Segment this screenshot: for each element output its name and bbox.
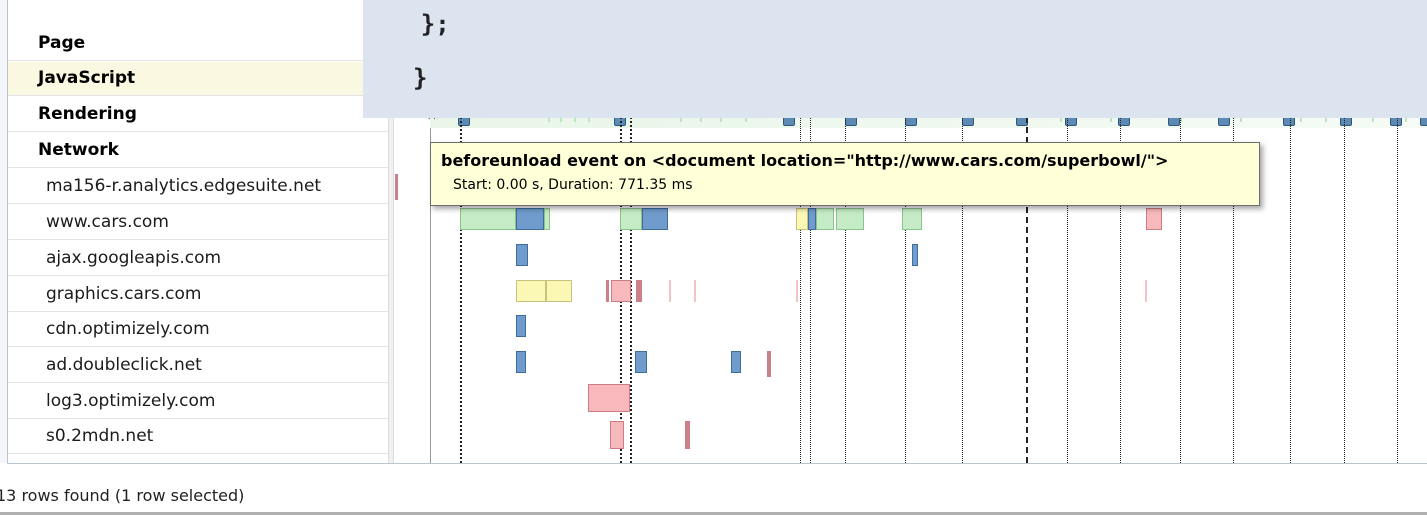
request-bar[interactable] [694,280,696,302]
row-label-cell: Page [8,27,388,61]
request-bar[interactable] [685,421,690,449]
request-bar[interactable] [516,244,528,266]
request-bar[interactable] [610,421,624,449]
request-bar[interactable] [636,280,642,302]
request-bar[interactable] [902,208,922,230]
request-bar[interactable] [816,208,834,230]
event-marker-line [1397,97,1398,463]
request-bar[interactable] [611,280,631,302]
request-bar[interactable] [669,280,671,302]
request-bar[interactable] [912,244,918,266]
request-bar[interactable] [642,208,668,230]
request-bar[interactable] [516,315,526,337]
row-label-cell: Network [8,134,388,168]
request-bar[interactable] [731,351,741,373]
analytics-request-marker[interactable] [395,174,398,200]
category-label: Network [38,140,119,160]
host-row[interactable]: ajax.googleapis.com [8,242,1427,276]
row-label-cell: cdn.optimizely.com [8,313,388,347]
request-bar[interactable] [516,280,546,302]
row-label-cell: log3.optimizely.com [8,385,388,419]
event-tooltip: beforeunload event on <document location… [430,142,1260,206]
row-label-cell: graphics.cars.com [8,278,388,312]
request-bar[interactable] [546,280,572,302]
tooltip-title: beforeunload event on <document location… [441,151,1169,170]
host-label: graphics.cars.com [46,284,202,304]
request-bar[interactable] [1145,280,1147,302]
request-bar[interactable] [588,384,630,412]
host-label: s0.2mdn.net [46,426,154,446]
tooltip-detail: Start: 0.00 s, Duration: 771.35 ms [453,177,693,193]
event-marker-line [1290,97,1291,463]
host-row[interactable]: s0.2mdn.net [8,420,1427,454]
request-bar[interactable] [796,280,798,302]
request-bar[interactable] [620,208,642,230]
host-row[interactable]: graphics.cars.com [8,278,1427,312]
request-bar[interactable] [836,208,864,230]
row-label-cell: ma156-r.analytics.edgesuite.net [8,170,388,204]
host-label: www.cars.com [46,212,169,232]
host-label: cdn.optimizely.com [46,319,210,339]
category-label: JavaScript [38,68,136,88]
code-snippet-overlay: }; } [363,0,1427,118]
request-bar[interactable] [808,208,816,230]
host-label: log3.optimizely.com [46,391,216,411]
request-bar[interactable] [796,208,808,230]
host-row[interactable]: www.cars.com [8,206,1427,240]
category-label: Rendering [38,104,137,124]
host-row[interactable]: cdn.optimizely.com [8,313,1427,347]
code-line: } [413,64,428,92]
row-label-cell: s0.2mdn.net [8,420,388,454]
host-label: ma156-r.analytics.edgesuite.net [46,176,322,196]
host-label: ajax.googleapis.com [46,248,222,268]
code-line: }; [363,10,450,38]
category-label: Page [38,33,86,53]
row-label-cell: ajax.googleapis.com [8,242,388,276]
request-bar[interactable] [1146,208,1162,230]
left-edge-strip [0,0,7,463]
row-label-cell: Rendering [8,98,388,132]
request-bar[interactable] [635,351,647,373]
row-label-cell: www.cars.com [8,206,388,240]
status-bar-text: 13 rows found (1 row selected) [0,486,245,505]
host-row[interactable]: log3.optimizely.com [8,385,1427,419]
request-bar[interactable] [460,208,516,230]
request-bar[interactable] [544,208,550,230]
request-bar[interactable] [516,351,526,373]
row-label-cell: JavaScript [8,62,388,96]
request-bar[interactable] [767,351,771,377]
request-bar[interactable] [606,280,609,302]
host-label: ad.doubleclick.net [46,355,202,375]
event-marker-line [1344,97,1345,463]
request-bar[interactable] [516,208,544,230]
row-label-cell: ad.doubleclick.net [8,349,388,383]
host-row[interactable]: ad.doubleclick.net [8,349,1427,383]
